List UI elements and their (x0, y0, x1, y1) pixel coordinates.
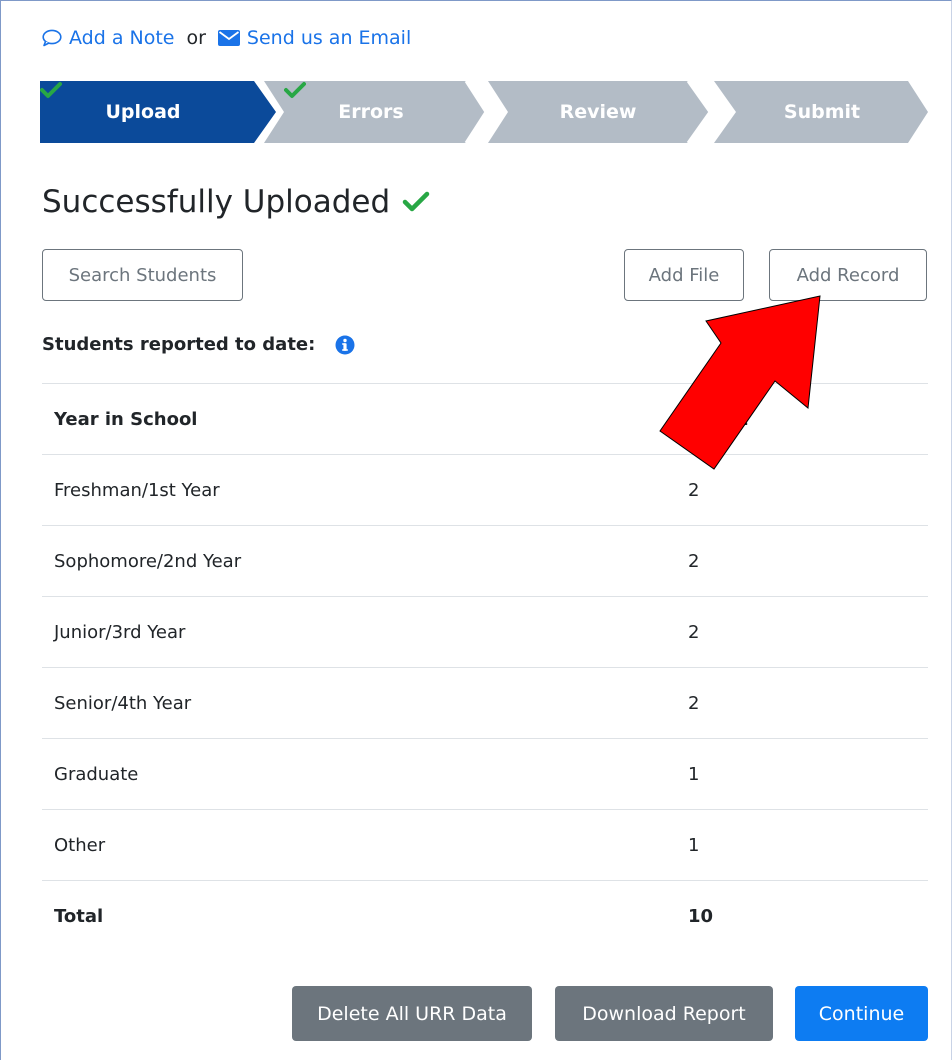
year-cell: Graduate (42, 738, 688, 810)
add-record-button[interactable]: Add Record (769, 249, 927, 301)
check-icon (402, 191, 430, 213)
or-text: or (186, 27, 206, 49)
year-cell: Freshman/1st Year (42, 454, 688, 526)
table-row: Graduate 1 (42, 738, 928, 810)
page-title-text: Successfully Uploaded (42, 184, 391, 220)
count-cell: 2 (688, 667, 928, 739)
column-header-year: Year in School (42, 383, 688, 455)
envelope-icon (217, 30, 240, 46)
table-row: Other 1 (42, 809, 928, 881)
add-note-label: Add a Note (69, 27, 175, 49)
count-cell: 2 (688, 525, 928, 597)
count-cell: 2 (688, 454, 928, 526)
table-header-row: Year in School Count (42, 383, 928, 455)
table-total-row: Total 10 (42, 880, 928, 951)
table-row: Sophomore/2nd Year 2 (42, 525, 928, 597)
year-in-school-table: Year in School Count Freshman/1st Year 2… (42, 383, 928, 951)
count-cell: 2 (688, 596, 928, 668)
step-errors-label: Errors (338, 101, 404, 123)
step-errors[interactable]: Errors (284, 81, 466, 143)
year-cell: Senior/4th Year (42, 667, 688, 739)
year-cell: Sophomore/2nd Year (42, 525, 688, 597)
progress-stepper: Upload Errors Review Submit (40, 81, 928, 143)
step-upload[interactable]: Upload (40, 81, 254, 143)
contact-bar: Add a Note or Send us an Email (42, 24, 411, 52)
table-row: Freshman/1st Year 2 (42, 454, 928, 526)
step-review[interactable]: Review (508, 81, 688, 143)
table-row: Senior/4th Year 2 (42, 667, 928, 739)
send-email-label: Send us an Email (246, 27, 412, 49)
total-label-cell: Total (42, 880, 688, 951)
step-submit[interactable]: Submit (736, 81, 908, 143)
year-cell: Junior/3rd Year (42, 596, 688, 668)
table-row: Junior/3rd Year 2 (42, 596, 928, 668)
step-upload-label: Upload (105, 101, 181, 123)
download-report-button[interactable]: Download Report (555, 986, 773, 1041)
column-header-count: Count (688, 383, 928, 455)
count-cell: 1 (688, 738, 928, 810)
info-circle-icon[interactable] (335, 335, 355, 355)
page-title: Successfully Uploaded (42, 184, 430, 220)
speech-bubble-icon (42, 29, 62, 47)
step-submit-label: Submit (783, 101, 861, 123)
reported-heading: Students reported to date: (42, 334, 355, 355)
add-file-button[interactable]: Add File (624, 249, 744, 301)
step-review-label: Review (559, 101, 637, 123)
send-email-link[interactable]: Send us an Email (217, 27, 412, 49)
year-cell: Other (42, 809, 688, 881)
add-note-link[interactable]: Add a Note (42, 27, 174, 49)
total-count-cell: 10 (688, 880, 928, 951)
count-cell: 1 (688, 809, 928, 881)
continue-button[interactable]: Continue (795, 986, 928, 1041)
search-input[interactable] (43, 249, 242, 301)
search-students-box[interactable] (42, 249, 243, 301)
reported-label: Students reported to date: (42, 334, 316, 355)
delete-all-urr-data-button[interactable]: Delete All URR Data (292, 986, 532, 1041)
